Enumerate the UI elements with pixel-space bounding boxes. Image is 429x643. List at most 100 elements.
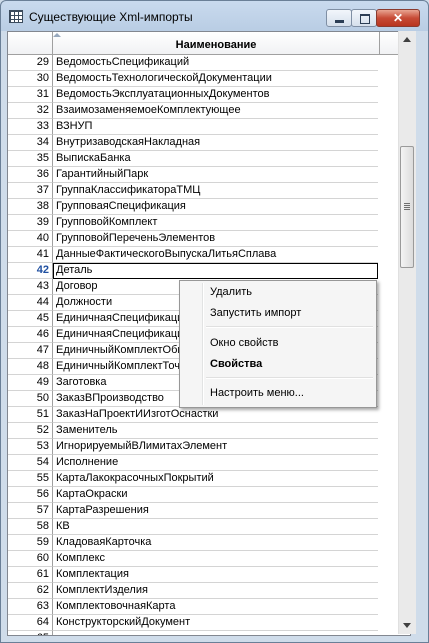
row-number: 56 xyxy=(8,487,53,503)
menu-separator xyxy=(206,377,373,379)
import-name-cell[interactable]: Деталь xyxy=(53,263,378,279)
table-row[interactable]: 42 Деталь xyxy=(8,263,379,279)
close-icon: ✕ xyxy=(392,11,404,25)
import-name-cell[interactable]: КладоваяКарточка xyxy=(53,535,378,551)
import-name-cell[interactable]: КартаЛакокрасочныхПокрытий xyxy=(53,471,378,487)
import-name-cell[interactable]: КВ xyxy=(53,519,378,535)
import-name-cell[interactable]: Комплектация xyxy=(53,567,378,583)
table-row[interactable]: 39 ГрупповойКомплект xyxy=(8,215,379,231)
row-number: 43 xyxy=(8,279,53,295)
table-row[interactable]: 31 ВедомостьЭксплуатационныхДокументов xyxy=(8,87,379,103)
vertical-scrollbar[interactable] xyxy=(398,31,416,634)
table-row[interactable]: 35 ВыпискаБанка xyxy=(8,151,379,167)
import-name-cell[interactable]: ВедомостьСпецификаций xyxy=(53,55,378,71)
import-name-cell[interactable]: ГрупповойПереченьЭлементов xyxy=(53,231,378,247)
scroll-thumb[interactable] xyxy=(400,146,414,268)
import-name-cell[interactable] xyxy=(53,631,378,635)
row-number: 33 xyxy=(8,119,53,135)
scroll-down-button[interactable] xyxy=(399,617,415,633)
row-number: 38 xyxy=(8,199,53,215)
import-name-cell[interactable]: ЗаказНаПроектИИзготОснастки xyxy=(53,407,378,423)
table-row[interactable]: 60 Комплекс xyxy=(8,551,379,567)
import-window: Существующие Xml-импорты ✕ Наименование … xyxy=(0,0,429,643)
maximize-button[interactable] xyxy=(351,9,377,27)
row-number: 31 xyxy=(8,87,53,103)
import-name-cell[interactable]: ГруппаКлассификатораТМЦ xyxy=(53,183,378,199)
close-button[interactable]: ✕ xyxy=(376,9,420,27)
row-number: 51 xyxy=(8,407,53,423)
menu-item-properties-window[interactable]: Окно свойств xyxy=(210,337,278,349)
table-row[interactable]: 58 КВ xyxy=(8,519,379,535)
sort-ascending-icon xyxy=(53,33,61,37)
row-number: 46 xyxy=(8,327,53,343)
table-row[interactable]: 30 ВедомостьТехнологическойДокументации xyxy=(8,71,379,87)
name-column-label: Наименование xyxy=(175,39,257,51)
name-column-header[interactable]: Наименование xyxy=(53,32,379,55)
row-number: 64 xyxy=(8,615,53,631)
menu-separator xyxy=(206,326,373,328)
table-row[interactable]: 52 Заменитель xyxy=(8,423,379,439)
menu-item-delete[interactable]: Удалить xyxy=(210,286,252,298)
table-row[interactable]: 56 КартаОкраски xyxy=(8,487,379,503)
import-name-cell[interactable]: ГарантийныйПарк xyxy=(53,167,378,183)
import-name-cell[interactable]: ВзаимозаменяемоеКомплектующее xyxy=(53,103,378,119)
import-name-cell[interactable]: КомплектИзделия xyxy=(53,583,378,599)
import-name-cell[interactable]: Исполнение xyxy=(53,455,378,471)
table-row[interactable]: 29 ВедомостьСпецификаций xyxy=(8,55,379,71)
table-row[interactable]: 37 ГруппаКлассификатораТМЦ xyxy=(8,183,379,199)
import-name-cell[interactable]: КомплектовочнаяКарта xyxy=(53,599,378,615)
import-name-cell[interactable]: ВЗНУП xyxy=(53,119,378,135)
table-icon xyxy=(9,10,23,23)
import-name-cell[interactable]: ВедомостьЭксплуатационныхДокументов xyxy=(53,87,378,103)
import-name-cell[interactable]: ВыпискаБанка xyxy=(53,151,378,167)
scroll-up-button[interactable] xyxy=(399,32,415,48)
table-row[interactable]: 36 ГарантийныйПарк xyxy=(8,167,379,183)
import-name-cell[interactable]: Заменитель xyxy=(53,423,378,439)
import-name-cell[interactable]: ДанныеФактическогоВыпускаЛитьяСплава xyxy=(53,247,378,263)
table-row[interactable]: 57 КартаРазрешения xyxy=(8,503,379,519)
title-bar[interactable]: Существующие Xml-импорты ✕ xyxy=(1,1,428,31)
menu-item-customize-menu[interactable]: Настроить меню... xyxy=(210,387,304,399)
row-number: 54 xyxy=(8,455,53,471)
row-number: 65 xyxy=(8,631,53,635)
import-name-cell[interactable]: ВнутризаводскаяНакладная xyxy=(53,135,378,151)
import-name-cell[interactable]: ГрупповойКомплект xyxy=(53,215,378,231)
row-number: 39 xyxy=(8,215,53,231)
row-number-header[interactable] xyxy=(8,32,53,55)
row-number: 63 xyxy=(8,599,53,615)
import-name-cell[interactable]: Комплекс xyxy=(53,551,378,567)
menu-item-run-import[interactable]: Запустить импорт xyxy=(210,307,301,319)
table-row[interactable]: 62 КомплектИзделия xyxy=(8,583,379,599)
row-number: 55 xyxy=(8,471,53,487)
import-name-cell[interactable]: ВедомостьТехнологическойДокументации xyxy=(53,71,378,87)
row-number: 40 xyxy=(8,231,53,247)
table-row[interactable]: 32 ВзаимозаменяемоеКомплектующее xyxy=(8,103,379,119)
import-name-cell[interactable]: КонструкторскийДокумент xyxy=(53,615,378,631)
table-row[interactable]: 65 xyxy=(8,631,379,635)
row-number: 34 xyxy=(8,135,53,151)
import-name-cell[interactable]: ГрупповаяСпецификация xyxy=(53,199,378,215)
table-row[interactable]: 51 ЗаказНаПроектИИзготОснастки xyxy=(8,407,379,423)
table-row[interactable]: 64 КонструкторскийДокумент xyxy=(8,615,379,631)
import-name-cell[interactable]: КартаРазрешения xyxy=(53,503,378,519)
table-row[interactable]: 53 ИгнорируемыйВЛимитахЭлемент xyxy=(8,439,379,455)
table-row[interactable]: 33 ВЗНУП xyxy=(8,119,379,135)
import-name-cell[interactable]: КартаОкраски xyxy=(53,487,378,503)
table-row[interactable]: 41 ДанныеФактическогоВыпускаЛитьяСплава xyxy=(8,247,379,263)
row-number: 49 xyxy=(8,375,53,391)
row-number: 58 xyxy=(8,519,53,535)
table-row[interactable]: 40 ГрупповойПереченьЭлементов xyxy=(8,231,379,247)
menu-item-properties[interactable]: Свойства xyxy=(210,358,262,370)
table-row[interactable]: 63 КомплектовочнаяКарта xyxy=(8,599,379,615)
table-row[interactable]: 55 КартаЛакокрасочныхПокрытий xyxy=(8,471,379,487)
table-row[interactable]: 38 ГрупповаяСпецификация xyxy=(8,199,379,215)
table-row[interactable]: 34 ВнутризаводскаяНакладная xyxy=(8,135,379,151)
row-number: 53 xyxy=(8,439,53,455)
row-number: 37 xyxy=(8,183,53,199)
table-row[interactable]: 54 Исполнение xyxy=(8,455,379,471)
import-name-cell[interactable]: ИгнорируемыйВЛимитахЭлемент xyxy=(53,439,378,455)
window-title: Существующие Xml-импорты xyxy=(29,10,193,24)
minimize-button[interactable] xyxy=(326,9,352,27)
table-row[interactable]: 59 КладоваяКарточка xyxy=(8,535,379,551)
table-row[interactable]: 61 Комплектация xyxy=(8,567,379,583)
